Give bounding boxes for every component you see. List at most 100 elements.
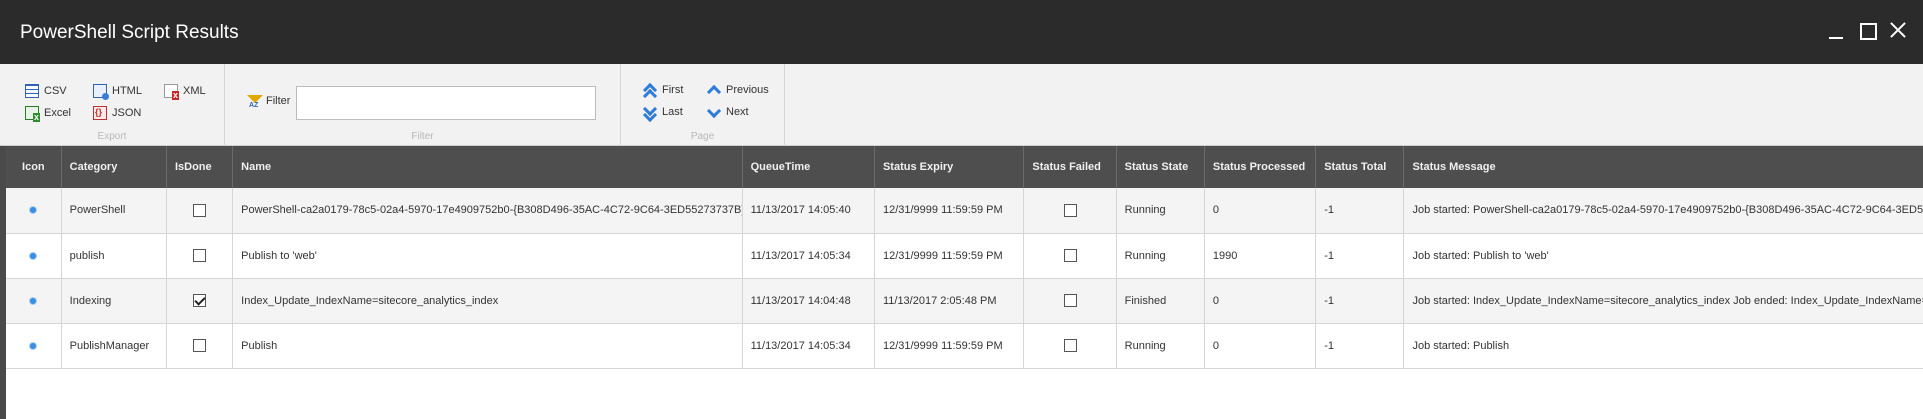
cell-status-message: Job started: PowerShell-ca2a0179-78c5-02… [1403, 188, 1923, 234]
column-header-queuetime[interactable]: QueueTime [742, 146, 875, 188]
table-row[interactable]: PowerShell PowerShell-ca2a0179-78c5-02a4-… [6, 188, 1923, 234]
cell-status-failed [1023, 323, 1117, 369]
cell-status-failed [1023, 278, 1117, 324]
results-grid: Icon Category IsDone Name QueueTime Stat… [0, 146, 1923, 419]
filter-group: Filter Filter [225, 64, 621, 146]
column-header-status-total[interactable]: Status Total [1315, 146, 1405, 188]
filter-button[interactable]: Filter [247, 92, 290, 110]
status-failed-checkbox[interactable] [1063, 249, 1077, 262]
first-page-button[interactable]: First [641, 81, 683, 99]
cell-status-message: Job started: Index_Update_IndexName=site… [1403, 278, 1923, 324]
cell-status-total: -1 [1315, 323, 1405, 369]
job-status-icon [30, 252, 37, 259]
cell-status-total: -1 [1315, 188, 1405, 234]
isdone-checkbox[interactable] [193, 203, 207, 217]
export-json-button[interactable]: JSON [93, 104, 141, 122]
title-bar: PowerShell Script Results [0, 0, 1923, 64]
export-csv-button[interactable]: CSV [25, 82, 67, 100]
cell-status-processed: 0 [1204, 188, 1317, 234]
previous-page-button[interactable]: Previous [705, 81, 769, 99]
header-row: Icon Category IsDone Name QueueTime Stat… [6, 146, 1923, 188]
column-header-status-processed[interactable]: Status Processed [1204, 146, 1317, 188]
cell-isdone [166, 188, 234, 234]
isdone-checkbox[interactable] [193, 339, 207, 352]
cell-status-message: Job started: Publish [1403, 323, 1923, 369]
filter-icon [247, 94, 263, 109]
cell-name: Index_Update_IndexName=sitecore_analytic… [232, 278, 743, 324]
table-row[interactable]: Indexing Index_Update_IndexName=sitecore_… [6, 278, 1923, 324]
results-window: PowerShell Script Results CSV Excel HTML… [0, 0, 1923, 419]
table-row[interactable]: PublishManager Publish 11/13/2017 14:05:34… [6, 323, 1923, 369]
job-status-icon [30, 297, 37, 304]
cell-status-processed: 1990 [1204, 233, 1317, 279]
cell-status-expiry: 12/31/9999 11:59:59 PM [874, 188, 1025, 234]
isdone-checkbox[interactable] [193, 249, 207, 262]
cell-icon [6, 323, 62, 369]
cell-status-state: Running [1116, 233, 1205, 279]
column-header-category[interactable]: Category [61, 146, 167, 188]
cell-category: publish [61, 233, 167, 279]
maximize-icon[interactable] [1857, 20, 1879, 42]
cell-status-processed: 0 [1204, 278, 1317, 324]
filter-button-label: Filter [266, 95, 291, 107]
next-page-button[interactable]: Next [705, 103, 749, 121]
last-page-button[interactable]: Last [641, 103, 683, 121]
chevron-down-icon [705, 104, 721, 120]
export-xml-button[interactable]: XML [164, 82, 206, 100]
double-chevron-down-icon [641, 104, 657, 120]
export-group: CSV Excel HTML JSON XML Export [0, 64, 225, 146]
first-page-label: First [662, 84, 684, 96]
export-html-label: HTML [112, 85, 142, 97]
column-header-status-expiry[interactable]: Status Expiry [874, 146, 1025, 188]
cell-status-state: Running [1116, 188, 1205, 234]
cell-status-expiry: 11/13/2017 2:05:48 PM [874, 278, 1025, 324]
table-row[interactable]: publish Publish to 'web' 11/13/2017 14:05:… [6, 233, 1923, 279]
cell-name: Publish to 'web' [232, 233, 743, 279]
cell-status-message: Job started: Publish to 'web' [1403, 233, 1923, 279]
column-header-name[interactable]: Name [232, 146, 743, 188]
cell-status-failed [1023, 233, 1117, 279]
csv-icon [25, 84, 39, 98]
cell-icon [6, 278, 62, 324]
isdone-checkbox[interactable] [193, 294, 207, 307]
cell-status-expiry: 12/31/9999 11:59:59 PM [874, 323, 1025, 369]
json-icon [93, 106, 107, 120]
export-excel-button[interactable]: Excel [25, 104, 71, 122]
results-table: Icon Category IsDone Name QueueTime Stat… [6, 146, 1923, 369]
cell-isdone [166, 323, 234, 369]
window-title: PowerShell Script Results [20, 22, 239, 43]
export-json-label: JSON [112, 107, 142, 119]
close-icon[interactable] [1887, 20, 1909, 42]
double-chevron-up-icon [641, 82, 657, 98]
job-status-icon [30, 342, 37, 349]
grid-body: PowerShell PowerShell-ca2a0179-78c5-02a4-… [6, 188, 1923, 369]
page-group: First Last Previous Next Page [621, 64, 785, 146]
status-failed-checkbox[interactable] [1063, 294, 1077, 307]
column-header-status-failed[interactable]: Status Failed [1023, 146, 1117, 188]
export-group-label: Export [97, 131, 127, 142]
filter-group-label: Filter [411, 131, 434, 142]
column-header-status-message[interactable]: Status Message [1403, 146, 1923, 188]
previous-page-label: Previous [726, 84, 769, 96]
page-group-label: Page [690, 131, 715, 142]
cell-queuetime: 11/13/2017 14:05:34 [742, 323, 875, 369]
cell-queuetime: 11/13/2017 14:04:48 [742, 278, 875, 324]
cell-status-failed [1023, 188, 1117, 234]
status-failed-checkbox[interactable] [1063, 339, 1077, 352]
cell-category: PublishManager [61, 323, 167, 369]
column-header-icon[interactable]: Icon [6, 146, 62, 188]
export-html-button[interactable]: HTML [93, 82, 142, 100]
export-xml-label: XML [183, 85, 206, 97]
column-header-status-state[interactable]: Status State [1116, 146, 1205, 188]
cell-name: Publish [232, 323, 743, 369]
minimize-icon[interactable] [1826, 20, 1848, 42]
column-header-isdone[interactable]: IsDone [166, 146, 234, 188]
status-failed-checkbox[interactable] [1063, 203, 1077, 217]
job-status-icon [30, 207, 37, 214]
cell-category: PowerShell [61, 188, 167, 234]
cell-name: PowerShell-ca2a0179-78c5-02a4-5970-17e49… [232, 188, 743, 234]
cell-status-total: -1 [1315, 278, 1405, 324]
cell-isdone [166, 233, 234, 279]
cell-status-state: Finished [1116, 278, 1205, 324]
filter-input[interactable] [296, 86, 596, 120]
